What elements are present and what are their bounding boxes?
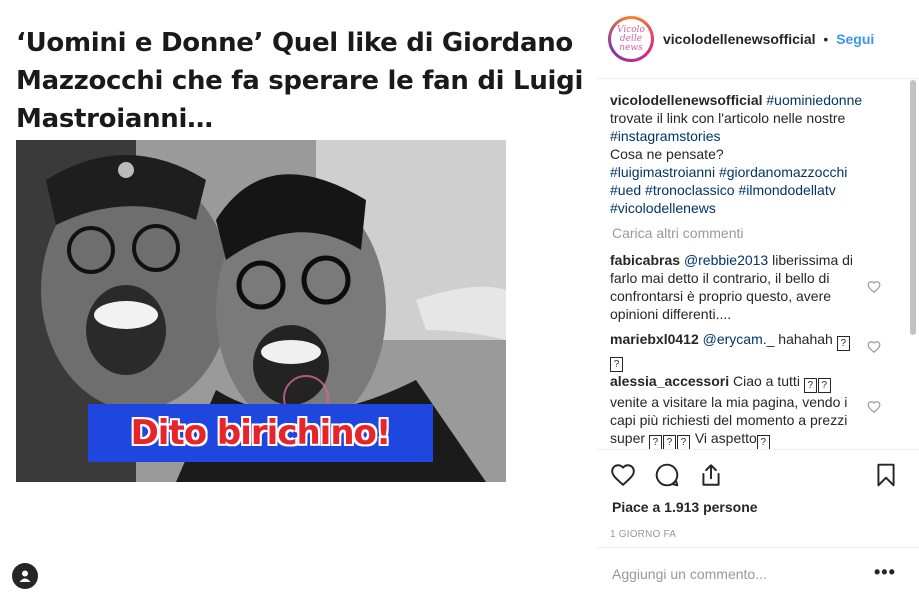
hashtag-link[interactable]: #ilmondodellatv [738, 182, 835, 198]
comment-item: alessia_accessori Ciao a tutti ?? venite… [610, 372, 865, 449]
likes-count[interactable]: Piace a 1.913 persone [612, 499, 758, 515]
hashtag-link[interactable]: #tronoclassico [645, 182, 735, 198]
bookmark-icon[interactable] [873, 462, 899, 488]
caption-banner: Dito birichino! [88, 404, 433, 462]
comment-input[interactable] [610, 563, 864, 585]
hashtag-link[interactable]: #luigimastroianni [610, 164, 715, 180]
caption-text: trovate il link con l'articolo nelle nos… [610, 110, 846, 126]
tagged-user-button[interactable] [12, 563, 38, 589]
hashtag-link[interactable]: #vicolodellenews [610, 200, 716, 216]
post-header: Vicolo delle news vicolodellenewsofficia… [596, 0, 919, 79]
post-media: ‘Uomini e Donne’ Quel like di Giordano M… [0, 0, 595, 598]
hashtag-link[interactable]: #instagramstories [610, 128, 721, 144]
comment-text: Ciao a tutti [733, 373, 800, 389]
emoji-glyph: ? [817, 378, 831, 393]
comment-item: mariebxl0412 @erycam._ hahahah ? ? [610, 330, 865, 372]
article-headline: ‘Uomini e Donne’ Quel like di Giordano M… [16, 28, 584, 134]
banner-text: Dito birichino! [130, 413, 392, 453]
comment-text: hahahah [774, 331, 833, 347]
post-actions: Piace a 1.913 persone 1 GIORNO FA ••• [596, 449, 919, 600]
comment-mention[interactable]: @rebbie2013 [684, 252, 768, 268]
emoji-glyph: ? [836, 336, 850, 351]
account-avatar[interactable]: Vicolo delle news [608, 16, 654, 62]
add-comment-bar: ••• [596, 547, 919, 600]
comments-scrollbar[interactable] [910, 80, 916, 335]
comment-username[interactable]: alessia_accessori [610, 373, 729, 389]
post-timestamp[interactable]: 1 GIORNO FA [610, 529, 676, 540]
header-line: vicolodellenewsofficial • Segui [663, 31, 874, 47]
emoji-glyph: ? [662, 435, 676, 449]
avatar-logo: Vicolo delle news [611, 19, 651, 59]
header-username[interactable]: vicolodellenewsofficial [663, 31, 816, 47]
more-options-button[interactable]: ••• [874, 562, 896, 583]
comment-mention[interactable]: @erycam._ [703, 331, 775, 347]
comment-username[interactable]: fabicabras [610, 252, 680, 268]
follow-button[interactable]: Segui [836, 31, 874, 47]
user-icon [19, 570, 31, 582]
comment-icon[interactable] [654, 462, 680, 488]
emoji-glyph: ? [803, 378, 817, 393]
comment-item: fabicabras @rebbie2013 liberissima di fa… [610, 251, 865, 323]
post-sidebar: Vicolo delle news vicolodellenewsofficia… [596, 0, 919, 598]
header-separator: • [823, 31, 829, 47]
emoji-glyph: ? [676, 435, 690, 449]
hashtag-link[interactable]: #uominiedonne [766, 92, 862, 108]
small-heart-icon[interactable] [867, 280, 881, 294]
caption-text: Cosa ne pensate? [610, 146, 724, 162]
comment-username[interactable]: mariebxl0412 [610, 331, 699, 347]
emoji-glyph: ? [648, 435, 662, 449]
post-caption: vicolodellenewsofficial #uominiedonne tr… [610, 91, 895, 217]
small-heart-icon[interactable] [867, 340, 881, 354]
emoji-glyph: ? [610, 357, 623, 372]
post-photo[interactable]: Dito birichino! [16, 140, 506, 482]
load-more-comments[interactable]: Carica altri commenti [612, 225, 743, 241]
hashtag-link[interactable]: #giordanomazzocchi [719, 164, 847, 180]
share-icon[interactable] [698, 462, 724, 488]
caption-username[interactable]: vicolodellenewsofficial [610, 92, 763, 108]
small-heart-icon[interactable] [867, 400, 881, 414]
emoji-glyph: ? [756, 435, 770, 449]
comment-text: Vi aspetto [694, 430, 757, 446]
heart-icon[interactable] [610, 462, 636, 488]
comments-list[interactable]: vicolodellenewsofficial #uominiedonne tr… [596, 79, 919, 449]
hashtag-link[interactable]: #ued [610, 182, 641, 198]
